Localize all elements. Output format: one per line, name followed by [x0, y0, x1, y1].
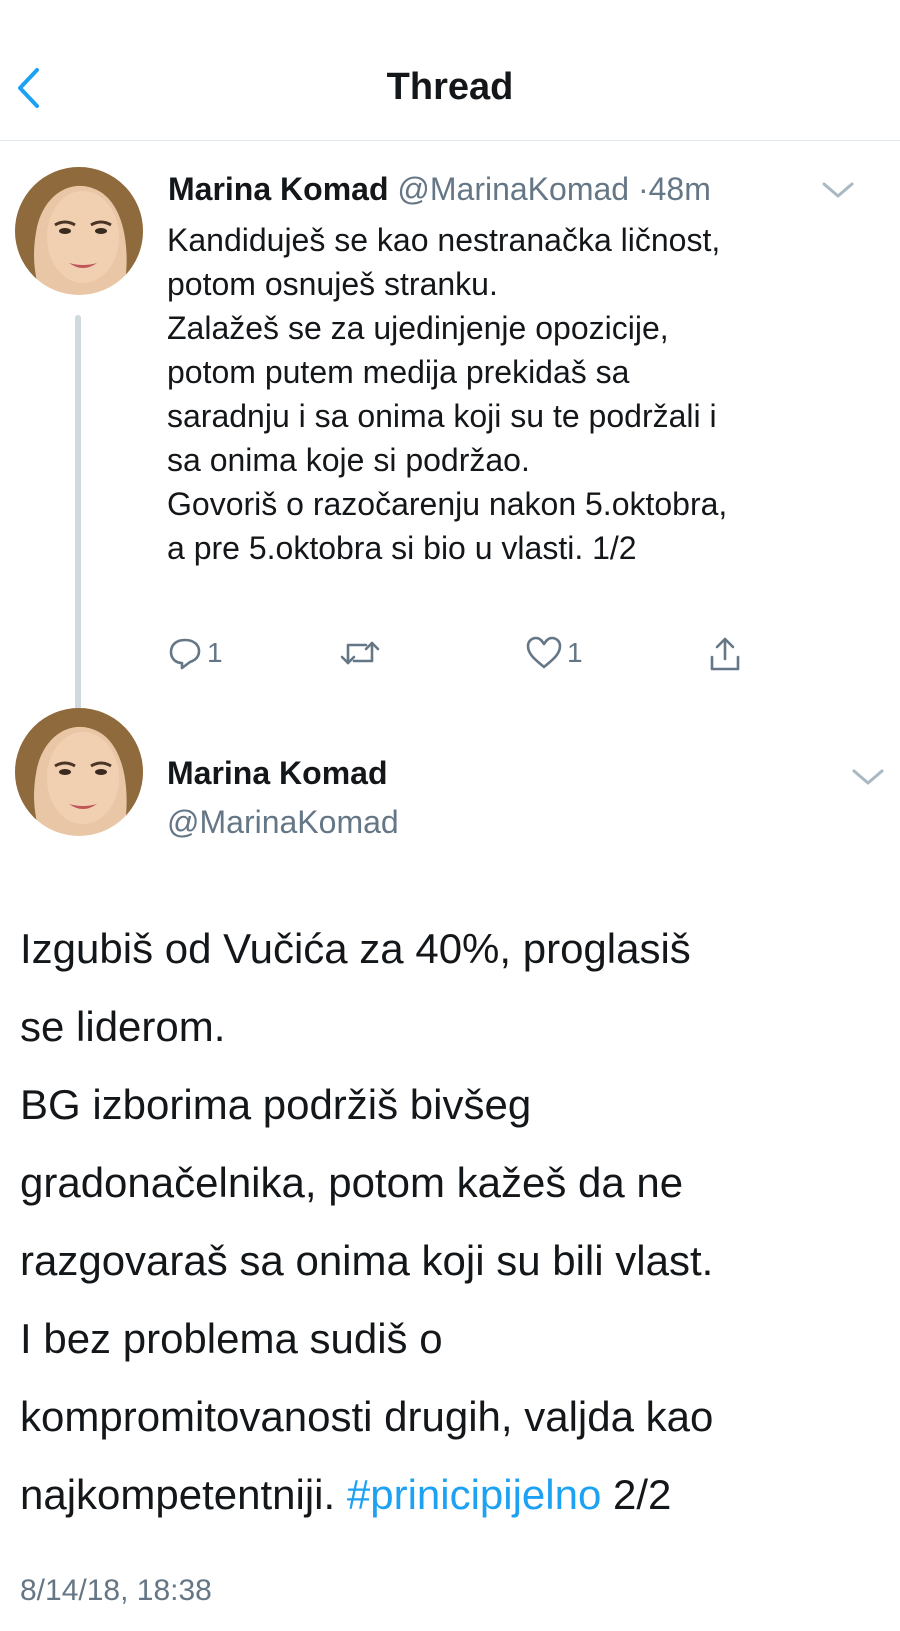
- heart-icon: [526, 636, 562, 669]
- author-handle[interactable]: @MarinaKomad: [397, 171, 629, 207]
- tweet-text-line: najkompetentniji. #prinicipijelno 2/2: [20, 1456, 890, 1534]
- like-count: 1: [567, 637, 583, 668]
- profile-photo: [15, 708, 143, 836]
- hashtag-link[interactable]: #prinicipijelno: [347, 1471, 601, 1518]
- tweet-text-line: Izgubiš od Vučića za 40%, proglasiš: [20, 925, 691, 972]
- tweet-text-line: Zalažeš se za ujedinjenje opozicije,: [167, 310, 669, 346]
- share-button[interactable]: [707, 635, 743, 673]
- author-name[interactable]: Marina Komad: [168, 171, 388, 207]
- tweet-options-button[interactable]: [850, 765, 886, 789]
- avatar[interactable]: [15, 708, 143, 836]
- retweet-button[interactable]: [340, 635, 380, 671]
- tweet-timestamp[interactable]: 8/14/18, 18:38: [20, 1574, 212, 1608]
- tweet-text-line: Govoriš o razočarenju nakon 5.oktobra,: [167, 486, 728, 522]
- tweet-text: Kandiduješ se kao nestranačka ličnost, p…: [167, 218, 877, 570]
- reply-icon: [169, 638, 201, 670]
- tweet-text-line: razgovaraš sa onima koji su bili vlast.: [20, 1237, 714, 1284]
- tweet-actions: 1 1: [167, 635, 787, 679]
- avatar[interactable]: [15, 167, 143, 295]
- tweet-options-button[interactable]: [820, 178, 856, 202]
- separator-dot: ·: [637, 171, 649, 207]
- tweet-text-line: I bez problema sudiš o: [20, 1315, 443, 1362]
- tweet-text-line: se liderom.: [20, 1003, 226, 1050]
- tweet-text-line: a pre 5.oktobra si bio u vlasti. 1/2: [167, 530, 637, 566]
- tweet-text-line: potom putem medija prekidaš sa: [167, 354, 630, 390]
- tweet-text-segment: najkompetentniji.: [20, 1471, 347, 1518]
- tweet-header: Marina Komad @MarinaKomad ·48m: [168, 171, 711, 208]
- profile-photo: [15, 167, 143, 295]
- tweet-text-line: Kandiduješ se kao nestranačka ličnost,: [167, 222, 721, 258]
- author-name[interactable]: Marina Komad: [167, 755, 387, 792]
- page-title: Thread: [386, 66, 514, 108]
- tweet-time[interactable]: 48m: [649, 171, 711, 207]
- thread-connector-line: [75, 315, 81, 725]
- chevron-down-icon: [852, 769, 884, 785]
- author-handle[interactable]: @MarinaKomad: [167, 804, 399, 841]
- tweet-text: Izgubiš od Vučića za 40%, proglasiš se l…: [20, 910, 890, 1534]
- tweet-text-line: saradnju i sa onima koji su te podržali …: [167, 398, 717, 434]
- thread-header: Thread: [0, 0, 900, 141]
- tweet-text-segment: 2/2: [601, 1471, 672, 1518]
- chevron-down-icon: [822, 182, 854, 198]
- tweet-text-line: gradonačelnika, potom kažeš da ne: [20, 1159, 684, 1206]
- share-icon: [710, 637, 740, 671]
- tweet-text-line: potom osnuješ stranku.: [167, 266, 498, 302]
- tweet-text-line: sa onima koje si podržao.: [167, 442, 530, 478]
- like-button[interactable]: 1: [525, 635, 583, 671]
- tweet-text-line: kompromitovanosti drugih, valjda kao: [20, 1393, 714, 1440]
- reply-count: 1: [207, 637, 223, 668]
- tweet-text-line: BG izborima podržiš bivšeg: [20, 1081, 532, 1128]
- retweet-icon: [340, 641, 380, 665]
- reply-button[interactable]: 1: [167, 635, 223, 671]
